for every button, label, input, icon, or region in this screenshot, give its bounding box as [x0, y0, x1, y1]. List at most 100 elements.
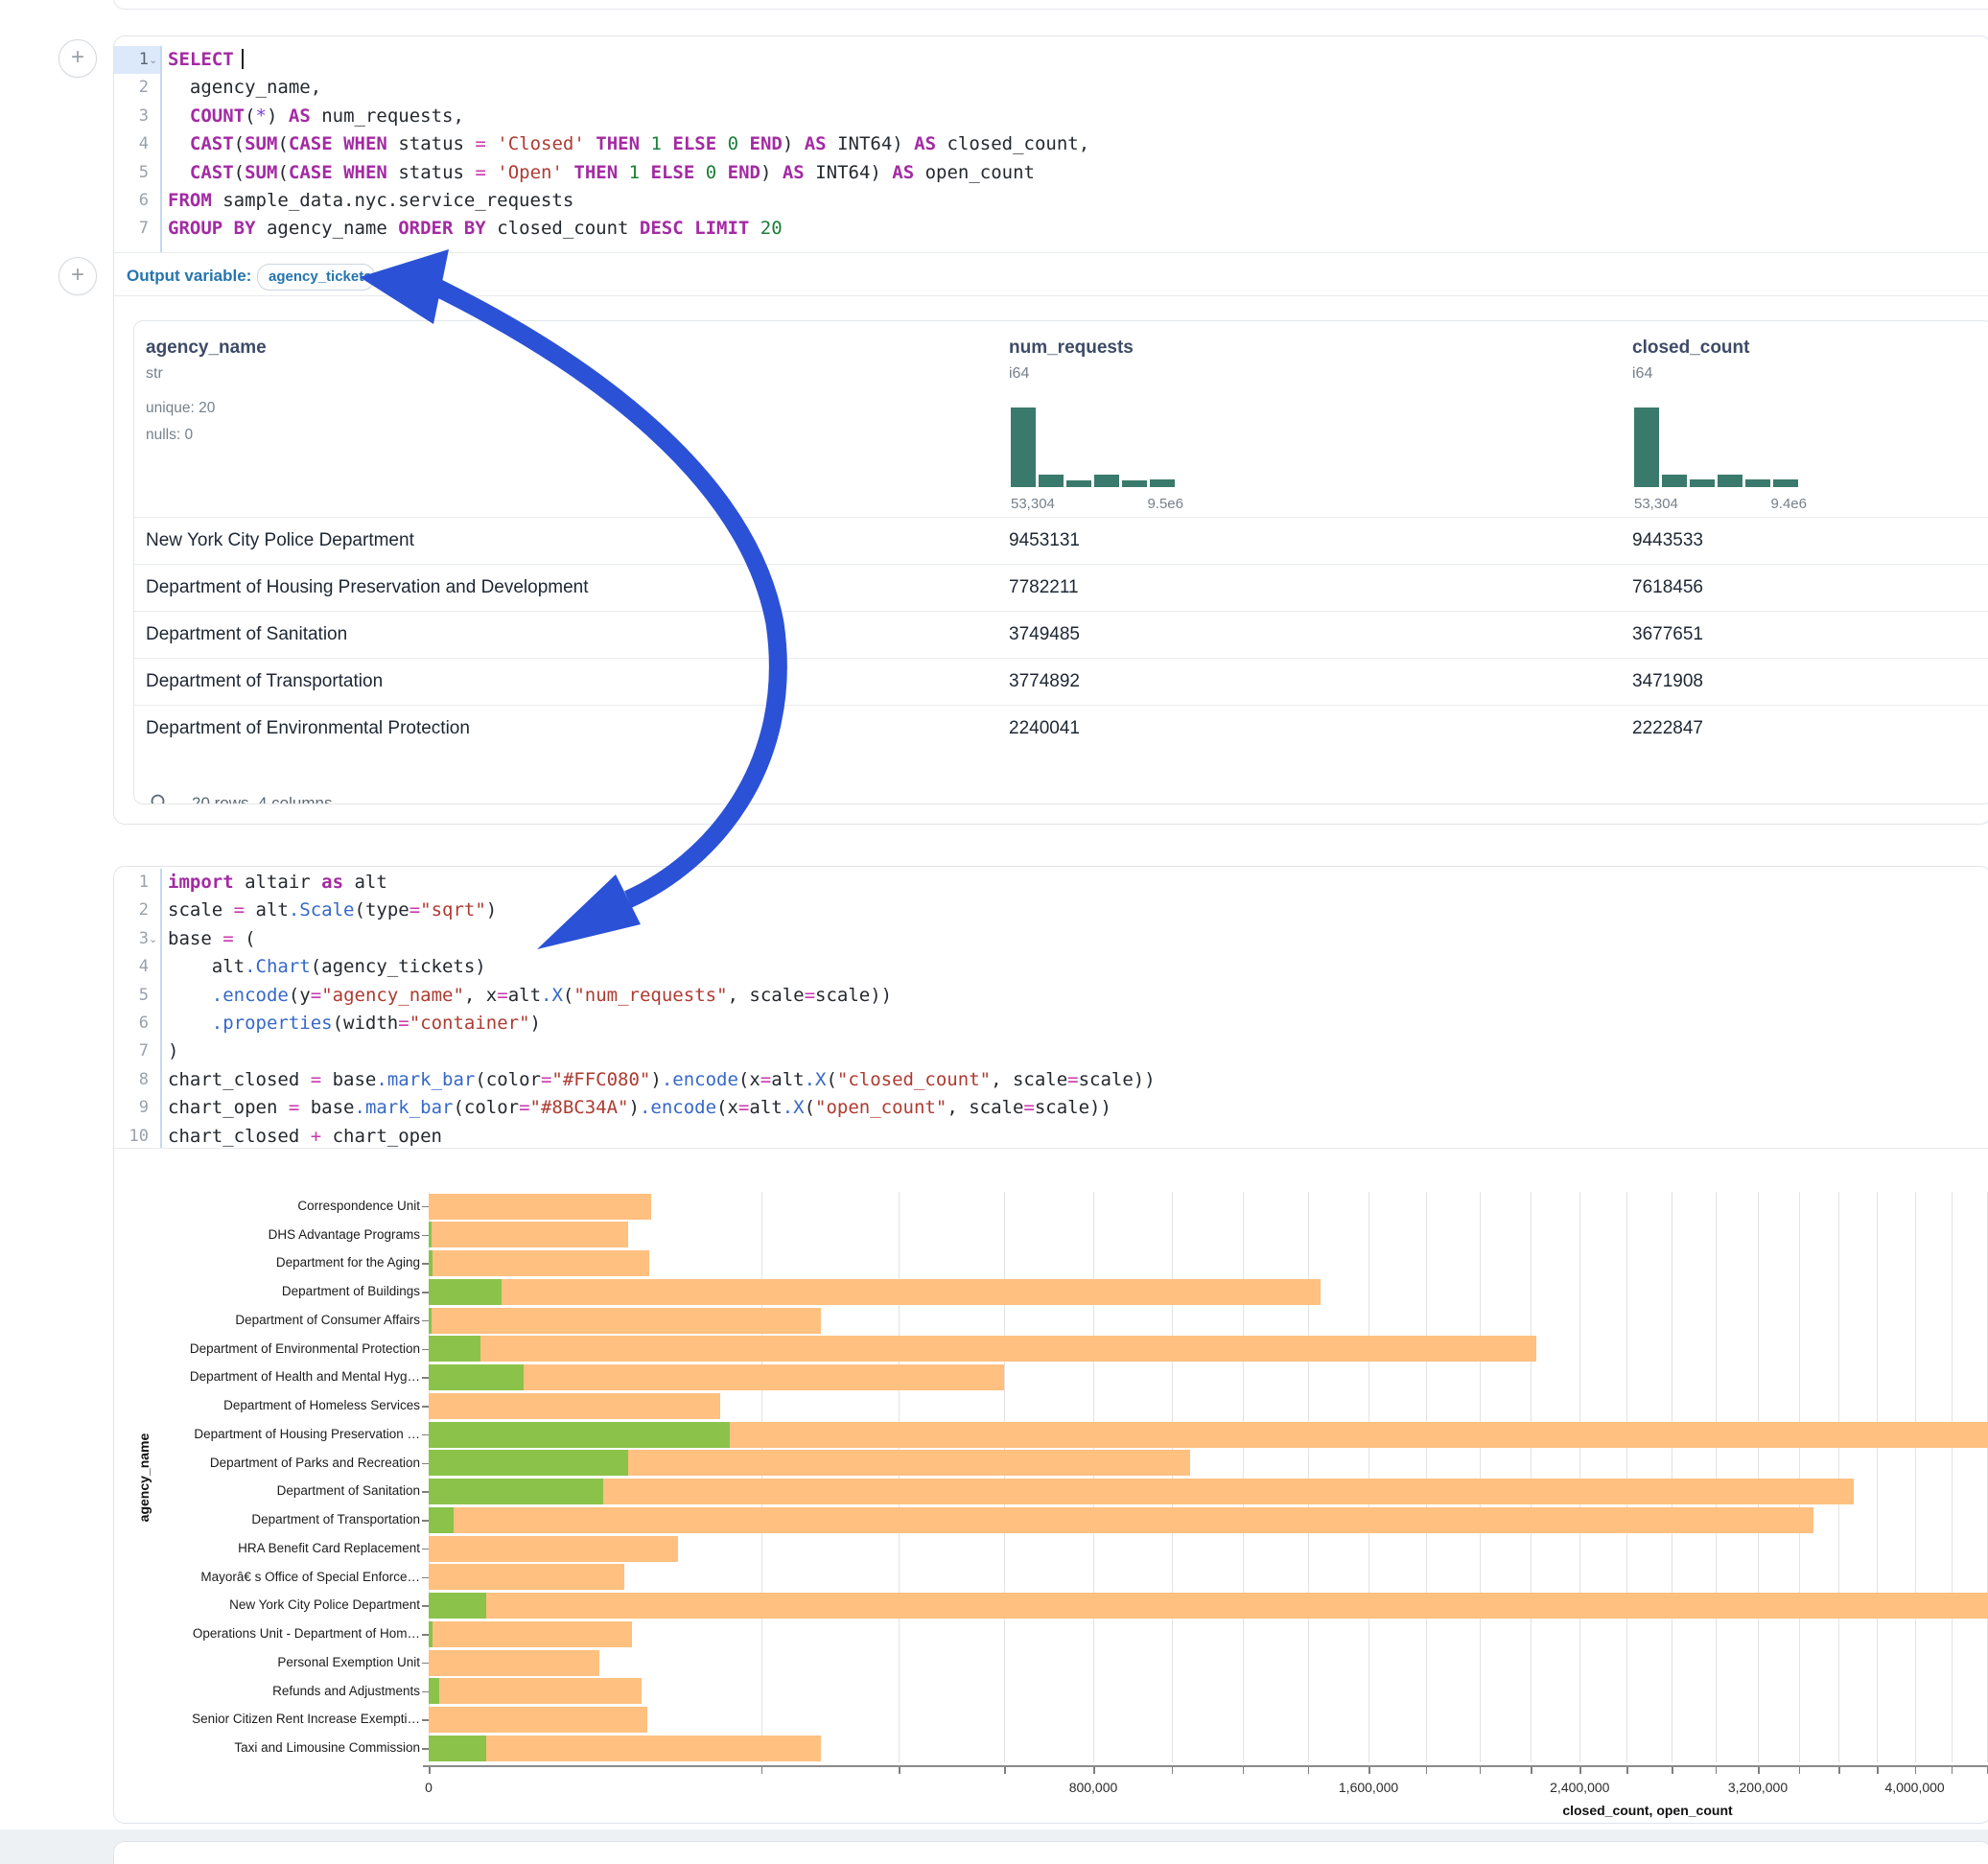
fold-chevron-icon[interactable]: ⌄: [149, 47, 157, 75]
table-cell: 7782211: [1009, 565, 1079, 611]
chart-y-tick-label: Department of Health and Mental Hyg…: [117, 1369, 420, 1384]
code-text: .properties(width="container"): [168, 1010, 541, 1037]
table-cell: Department of Sanitation: [146, 612, 347, 658]
line-number: 6: [114, 187, 160, 215]
column-meta-nulls: nulls: 0: [146, 427, 193, 444]
search-icon[interactable]: [150, 793, 169, 804]
chart-y-tick: [422, 1520, 429, 1522]
chart-y-tick-label: Department of Homeless Services: [117, 1398, 420, 1412]
chart-x-tick: [429, 1767, 431, 1774]
histogram-bar: [1066, 480, 1091, 487]
chart-y-tick-label: Correspondence Unit: [117, 1199, 420, 1213]
closed-count-bar: [429, 1707, 647, 1733]
chart-x-axis-title: closed_count, open_count: [1360, 1803, 1935, 1818]
open-count-bar: [429, 1479, 603, 1504]
chart-x-tick-label: 4,000,000: [1848, 1780, 1982, 1795]
closed-count-bar: [429, 1507, 1813, 1533]
histogram-bar: [1094, 475, 1119, 487]
fold-chevron-icon[interactable]: ⌄: [149, 926, 157, 954]
gridline: [899, 1192, 900, 1762]
gridline: [1531, 1192, 1532, 1762]
table-row[interactable]: Department of Transportation377489234719…: [134, 658, 1988, 706]
table-row[interactable]: Department of Sanitation37494853677651: [134, 611, 1988, 659]
gridline: [1716, 1192, 1717, 1762]
previous-cell-card: [113, 0, 1988, 10]
chart-y-tick: [422, 1577, 429, 1579]
code-line[interactable]: 10chart_closed + chart_open: [114, 1123, 1988, 1151]
chart-x-tick-label: 0: [362, 1780, 496, 1795]
table-cell: 3749485: [1009, 612, 1080, 658]
table-row[interactable]: Department of Housing Preservation and D…: [134, 564, 1988, 612]
code-line[interactable]: 5 CAST(SUM(CASE WHEN status = 'Open' THE…: [114, 159, 1988, 187]
column-header-num-requests[interactable]: num_requests: [1009, 338, 1134, 359]
code-line[interactable]: 4 alt.Chart(agency_tickets): [114, 953, 1988, 981]
column-header-closed-count[interactable]: closed_count: [1632, 338, 1749, 359]
chart-y-tick-label: DHS Advantage Programs: [117, 1227, 420, 1242]
code-line[interactable]: 7): [114, 1037, 1988, 1065]
chart-x-tick: [1716, 1767, 1718, 1774]
gridline: [429, 1192, 430, 1762]
code-text: chart_open = base.mark_bar(color="#8BC34…: [168, 1094, 1111, 1122]
chart-y-tick-label: Department of Sanitation: [117, 1483, 420, 1498]
python-code-editor[interactable]: 1import altair as alt2scale = alt.Scale(…: [114, 869, 1988, 1148]
code-line[interactable]: 3⌄base = (: [114, 925, 1988, 953]
chart-x-tick: [899, 1767, 900, 1774]
code-line[interactable]: 6FROM sample_data.nyc.service_requests: [114, 187, 1988, 215]
gridline: [1426, 1192, 1427, 1762]
chart-y-tick: [422, 1719, 429, 1721]
open-count-bar: [429, 1450, 628, 1476]
table-row[interactable]: New York City Police Department945313194…: [134, 517, 1988, 565]
chart-y-tick: [422, 1549, 429, 1550]
chart-y-tick-label: Mayorâ€ s Office of Special Enforce…: [117, 1570, 420, 1584]
line-number: 1: [114, 869, 160, 897]
gridline: [1480, 1192, 1481, 1762]
chart-x-tick: [1426, 1767, 1428, 1774]
closed-count-bar: [429, 1621, 632, 1647]
gridline: [1838, 1192, 1839, 1762]
code-line[interactable]: 2scale = alt.Scale(type="sqrt"): [114, 897, 1988, 924]
chart-y-tick-label: Department of Buildings: [117, 1284, 420, 1298]
code-text: SELECT: [168, 46, 244, 74]
code-line[interactable]: 6 .properties(width="container"): [114, 1010, 1988, 1037]
chart-y-tick-label: Personal Exemption Unit: [117, 1655, 420, 1669]
code-line[interactable]: 3 COUNT(*) AS num_requests,: [114, 103, 1988, 130]
table-cell: 7618456: [1632, 565, 1703, 611]
column-type: str: [146, 365, 163, 383]
code-line[interactable]: 9chart_open = base.mark_bar(color="#8BC3…: [114, 1094, 1988, 1122]
histogram-bar: [1690, 479, 1715, 487]
code-line[interactable]: 1⌄SELECT: [114, 46, 1988, 74]
histogram-bar: [1662, 475, 1687, 487]
output-variable-badge[interactable]: agency_tickets: [257, 264, 375, 291]
row-count-text: 20 rows, 4 columns: [192, 794, 332, 804]
line-number: 7: [114, 1037, 160, 1065]
code-text: base = (: [168, 925, 256, 953]
gridline: [1952, 1192, 1953, 1762]
table-row[interactable]: Department of Environmental Protection22…: [134, 705, 1988, 753]
column-type: i64: [1632, 365, 1652, 383]
table-cell: Department of Transportation: [146, 659, 383, 705]
open-count-bar: [429, 1593, 486, 1619]
table-cell: Department of Housing Preservation and D…: [146, 565, 589, 611]
add-cell-button[interactable]: +: [58, 257, 97, 295]
code-line[interactable]: 4 CAST(SUM(CASE WHEN status = 'Closed' T…: [114, 130, 1988, 158]
chart-y-tick: [422, 1292, 429, 1293]
column-header-agency-name[interactable]: agency_name: [146, 338, 267, 359]
chart-x-tick: [1368, 1767, 1370, 1774]
line-number: 6: [114, 1010, 160, 1037]
code-text: alt.Chart(agency_tickets): [168, 953, 486, 981]
open-count-bar: [429, 1308, 432, 1334]
code-line[interactable]: 1import altair as alt: [114, 869, 1988, 897]
chart-x-tick: [1952, 1767, 1953, 1774]
line-number: 4: [114, 953, 160, 981]
code-line[interactable]: 2 agency_name,: [114, 74, 1988, 102]
code-line[interactable]: 5 .encode(y="agency_name", x=alt.X("num_…: [114, 982, 1988, 1010]
sql-cell-card: 1⌄SELECT2 agency_name,3 COUNT(*) AS num_…: [113, 35, 1988, 825]
add-cell-button[interactable]: +: [58, 39, 97, 78]
code-line[interactable]: 8chart_closed = base.mark_bar(color="#FF…: [114, 1066, 1988, 1094]
sql-code-editor[interactable]: 1⌄SELECT2 agency_name,3 COUNT(*) AS num_…: [114, 46, 1988, 252]
code-line[interactable]: 7GROUP BY agency_name ORDER BY closed_co…: [114, 215, 1988, 243]
chart-y-tick-label: HRA Benefit Card Replacement: [117, 1541, 420, 1555]
line-number: 5: [114, 159, 160, 187]
chart-x-tick: [1838, 1767, 1840, 1774]
open-count-bar: [429, 1422, 730, 1448]
